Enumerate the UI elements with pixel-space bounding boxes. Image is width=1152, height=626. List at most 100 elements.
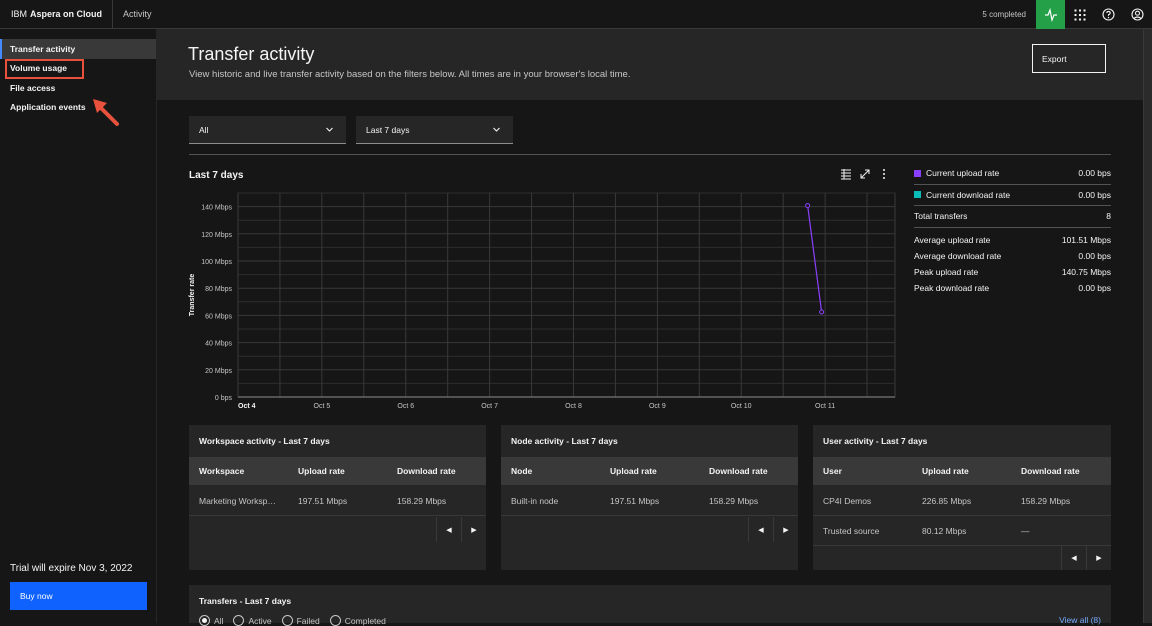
x-tick-label: Oct 7 bbox=[481, 403, 498, 410]
next-page-icon[interactable]: ▶ bbox=[461, 517, 486, 542]
stat-label: Average upload rate bbox=[914, 234, 991, 245]
chevron-down-icon bbox=[326, 127, 333, 132]
completed-status[interactable]: 5 completed bbox=[982, 10, 1026, 19]
scope-dropdown[interactable]: All bbox=[189, 116, 346, 144]
user-activity-panel: User activity - Last 7 days User Upload … bbox=[813, 425, 1111, 570]
scope-dropdown-value: All bbox=[199, 124, 209, 135]
y-tick-label: 0 bps bbox=[215, 395, 233, 402]
radio-label: Completed bbox=[344, 615, 386, 626]
table-cell: 197.51 Mbps bbox=[610, 495, 660, 506]
table-cell: 80.12 Mbps bbox=[922, 525, 967, 536]
overflow-menu-icon[interactable] bbox=[878, 168, 890, 180]
top-bar: IBM Aspera on Cloud Activity 5 completed bbox=[0, 0, 1152, 29]
column-header[interactable]: User bbox=[813, 466, 912, 476]
next-page-icon[interactable]: ▶ bbox=[773, 517, 798, 542]
stat-peak-upload: Peak upload rate 140.75 Mbps bbox=[914, 264, 1111, 280]
column-header[interactable]: Download rate bbox=[1011, 466, 1110, 476]
page-header: Transfer activity View historic and live… bbox=[157, 29, 1143, 100]
table-row[interactable]: Built-in node 197.51 Mbps 158.29 Mbps bbox=[501, 486, 798, 516]
stat-value: 0.00 bps bbox=[1078, 282, 1111, 293]
radio-completed[interactable]: Completed bbox=[329, 615, 386, 626]
panel-title: User activity - Last 7 days bbox=[823, 436, 928, 446]
x-tick-label: Oct 8 bbox=[565, 403, 582, 410]
brand-logo[interactable]: IBM Aspera on Cloud bbox=[0, 0, 114, 28]
table-view-icon[interactable] bbox=[840, 168, 852, 180]
y-tick-label: 100 Mbps bbox=[201, 259, 232, 266]
sidebar-item-transfer-activity[interactable]: Transfer activity bbox=[0, 39, 156, 59]
column-header[interactable]: Workspace bbox=[189, 466, 288, 476]
data-point bbox=[805, 203, 811, 209]
transfer-status-filter: All Active Failed Completed bbox=[199, 615, 386, 626]
stat-label: Average download rate bbox=[914, 250, 1002, 261]
stat-value: 8 bbox=[1106, 211, 1111, 222]
stat-average-download: Average download rate 0.00 bps bbox=[914, 248, 1111, 264]
y-tick-label: 40 Mbps bbox=[205, 341, 232, 348]
column-header[interactable]: Download rate bbox=[387, 466, 486, 476]
app-switcher-icon[interactable] bbox=[1065, 0, 1094, 29]
help-icon[interactable] bbox=[1094, 0, 1123, 29]
user-avatar-icon[interactable] bbox=[1123, 0, 1152, 29]
radio-unchecked-icon bbox=[329, 615, 341, 626]
view-all-link[interactable]: View all (8) bbox=[1059, 615, 1101, 625]
activity-icon[interactable] bbox=[1036, 0, 1065, 29]
stat-label: Current upload rate bbox=[926, 168, 1000, 179]
table-cell: 226.85 Mbps bbox=[922, 495, 972, 506]
sidebar-item-application-events[interactable]: Application events bbox=[0, 98, 156, 118]
y-tick-label: 80 Mbps bbox=[205, 286, 232, 293]
table-header: Workspace Upload rate Download rate bbox=[189, 457, 486, 485]
radio-failed[interactable]: Failed bbox=[281, 615, 320, 626]
radio-all[interactable]: All bbox=[199, 615, 223, 626]
column-header[interactable]: Upload rate bbox=[912, 466, 1011, 476]
chart-title: Last 7 days bbox=[189, 170, 244, 181]
range-dropdown[interactable]: Last 7 days bbox=[356, 116, 513, 144]
stat-value: 0.00 bps bbox=[1078, 189, 1111, 200]
column-header[interactable]: Upload rate bbox=[600, 466, 699, 476]
y-tick-label: 120 Mbps bbox=[201, 232, 232, 239]
scrollbar[interactable] bbox=[1143, 29, 1152, 623]
stat-label: Peak download rate bbox=[914, 282, 990, 293]
x-tick-label: Oct 10 bbox=[731, 403, 752, 410]
previous-page-icon[interactable]: ◀ bbox=[748, 517, 773, 542]
table-cell: Trusted source bbox=[823, 525, 880, 536]
brand-name: Aspera on Cloud bbox=[30, 9, 103, 19]
workspace-activity-panel: Workspace activity - Last 7 days Workspa… bbox=[189, 425, 486, 570]
export-button[interactable]: Export bbox=[1032, 44, 1106, 73]
download-swatch bbox=[914, 191, 921, 199]
chevron-down-icon bbox=[493, 127, 500, 132]
stat-value: 0.00 bps bbox=[1078, 250, 1111, 261]
section-title: Activity bbox=[123, 9, 152, 19]
x-tick-label: Oct 4 bbox=[238, 403, 256, 410]
top-right-actions: 5 completed bbox=[982, 0, 1152, 29]
panel-title: Node activity - Last 7 days bbox=[511, 436, 618, 446]
expand-icon[interactable] bbox=[859, 168, 871, 180]
column-header[interactable]: Upload rate bbox=[288, 466, 387, 476]
stat-label: Peak upload rate bbox=[914, 266, 979, 277]
table-header: User Upload rate Download rate bbox=[813, 457, 1111, 485]
upload-swatch bbox=[914, 169, 921, 177]
transfer-rate-chart: 0 bps 20 Mbps 40 Mbps 60 Mbps 80 Mbps 100 Mbp… bbox=[189, 192, 896, 410]
table-row[interactable]: Trusted source 80.12 Mbps — bbox=[813, 516, 1111, 546]
column-header[interactable]: Download rate bbox=[699, 466, 798, 476]
previous-page-icon[interactable]: ◀ bbox=[1061, 545, 1086, 570]
table-cell: 158.29 Mbps bbox=[397, 495, 447, 506]
trial-notice: Trial will expire Nov 3, 2022 bbox=[10, 563, 133, 574]
buy-now-button[interactable]: Buy now bbox=[10, 582, 147, 610]
x-tick-label: Oct 5 bbox=[314, 403, 331, 410]
brand-prefix: IBM bbox=[11, 9, 28, 19]
chart-toolbar bbox=[840, 168, 890, 180]
table-row[interactable]: Marketing Workspace 197.51 Mbps 158.29 M… bbox=[189, 486, 486, 516]
stat-total-transfers: Total transfers 8 bbox=[914, 206, 1111, 228]
table-cell: CP4I Demos bbox=[823, 495, 872, 506]
previous-page-icon[interactable]: ◀ bbox=[436, 517, 461, 542]
data-point bbox=[819, 309, 825, 315]
sidebar-item-file-access[interactable]: File access bbox=[0, 78, 156, 98]
radio-unchecked-icon bbox=[281, 615, 293, 626]
stat-value: 101.51 Mbps bbox=[1061, 234, 1111, 245]
next-page-icon[interactable]: ▶ bbox=[1086, 545, 1111, 570]
radio-unchecked-icon bbox=[233, 615, 245, 626]
radio-active[interactable]: Active bbox=[233, 615, 272, 626]
y-tick-label: 140 Mbps bbox=[201, 205, 232, 212]
column-header[interactable]: Node bbox=[501, 466, 600, 476]
table-row[interactable]: CP4I Demos 226.85 Mbps 158.29 Mbps bbox=[813, 486, 1111, 516]
x-tick-label: Oct 9 bbox=[649, 403, 666, 410]
